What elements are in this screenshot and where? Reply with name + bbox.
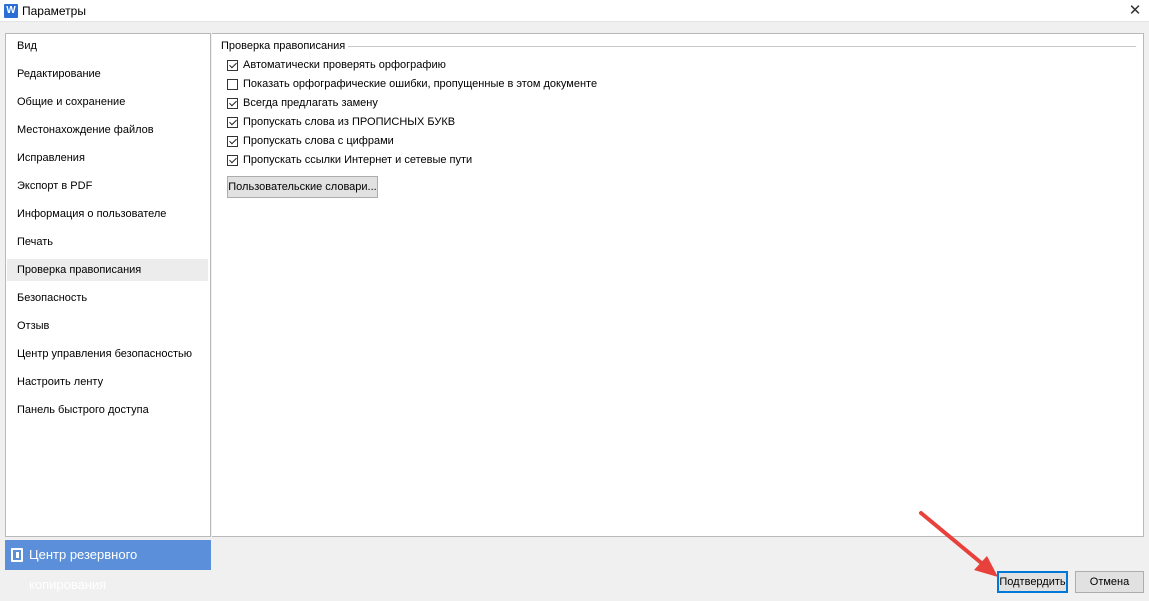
- confirm-button[interactable]: Подтвердить: [997, 571, 1068, 593]
- title-bar: W Параметры ✕: [0, 0, 1149, 22]
- custom-dictionaries-button[interactable]: Пользовательские словари...: [227, 176, 378, 198]
- sidebar-item-feedback[interactable]: Отзыв: [7, 315, 208, 337]
- checkbox-checked[interactable]: [227, 135, 238, 147]
- checkbox-checked[interactable]: [227, 154, 238, 166]
- option-label: Показать орфографические ошибки, пропуще…: [243, 78, 598, 90]
- checkbox-checked[interactable]: [227, 97, 238, 109]
- sidebar-item-export-pdf[interactable]: Экспорт в PDF: [7, 175, 208, 197]
- cancel-button[interactable]: Отмена: [1075, 571, 1144, 593]
- options-dialog: W Параметры ✕ Вид Редактирование Общие и…: [0, 0, 1149, 601]
- sidebar-item-trust-center[interactable]: Центр управления безопасностью: [7, 343, 208, 365]
- sidebar-item-track-changes[interactable]: Исправления: [7, 147, 208, 169]
- checkbox-checked[interactable]: [227, 59, 238, 71]
- options-category-list: Вид Редактирование Общие и сохранение Ме…: [5, 33, 211, 537]
- sidebar-item-customize-ribbon[interactable]: Настроить ленту: [7, 371, 208, 393]
- spelling-settings-panel: Проверка правописания Автоматически пров…: [212, 33, 1144, 537]
- sidebar-item-editing[interactable]: Редактирование: [7, 63, 208, 85]
- option-label: Пропускать ссылки Интернет и сетевые пут…: [243, 154, 473, 166]
- option-label: Пропускать слова с цифрами: [243, 135, 394, 147]
- sidebar-item-spelling[interactable]: Проверка правописания: [7, 259, 208, 281]
- group-title: Проверка правописания: [221, 40, 349, 52]
- option-label: Автоматически проверять орфографию: [243, 59, 446, 71]
- backup-icon: [11, 548, 23, 562]
- option-ignore-uppercase[interactable]: Пропускать слова из ПРОПИСНЫХ БУКВ: [227, 114, 455, 130]
- backup-center-button[interactable]: Центр резервного копирования: [5, 540, 211, 592]
- close-icon[interactable]: ✕: [1121, 0, 1149, 22]
- window-title: Параметры: [22, 4, 86, 18]
- option-always-suggest[interactable]: Всегда предлагать замену: [227, 95, 378, 111]
- option-auto-check-spelling[interactable]: Автоматически проверять орфографию: [227, 57, 446, 73]
- sidebar-item-view[interactable]: Вид: [7, 35, 208, 57]
- sidebar-item-print[interactable]: Печать: [7, 231, 208, 253]
- option-show-hidden-errors[interactable]: Показать орфографические ошибки, пропуще…: [227, 76, 597, 92]
- sidebar-item-security[interactable]: Безопасность: [7, 287, 208, 309]
- checkbox-checked[interactable]: [227, 116, 238, 128]
- option-ignore-numbers[interactable]: Пропускать слова с цифрами: [227, 133, 394, 149]
- wps-writer-icon: W: [4, 4, 18, 18]
- option-label: Пропускать слова из ПРОПИСНЫХ БУКВ: [243, 116, 456, 128]
- backup-center-label: Центр резервного копирования: [29, 547, 138, 592]
- option-label: Всегда предлагать замену: [243, 97, 378, 109]
- arrow-head: [974, 556, 998, 577]
- sidebar-item-file-locations[interactable]: Местонахождение файлов: [7, 119, 208, 141]
- sidebar-item-user-info[interactable]: Информация о пользователе: [7, 203, 208, 225]
- group-divider: [342, 46, 1136, 47]
- sidebar-item-general-save[interactable]: Общие и сохранение: [7, 91, 208, 113]
- option-ignore-internet-paths[interactable]: Пропускать ссылки Интернет и сетевые пут…: [227, 152, 472, 168]
- sidebar-item-quick-access[interactable]: Панель быстрого доступа: [7, 399, 208, 421]
- checkbox-unchecked[interactable]: [227, 78, 238, 90]
